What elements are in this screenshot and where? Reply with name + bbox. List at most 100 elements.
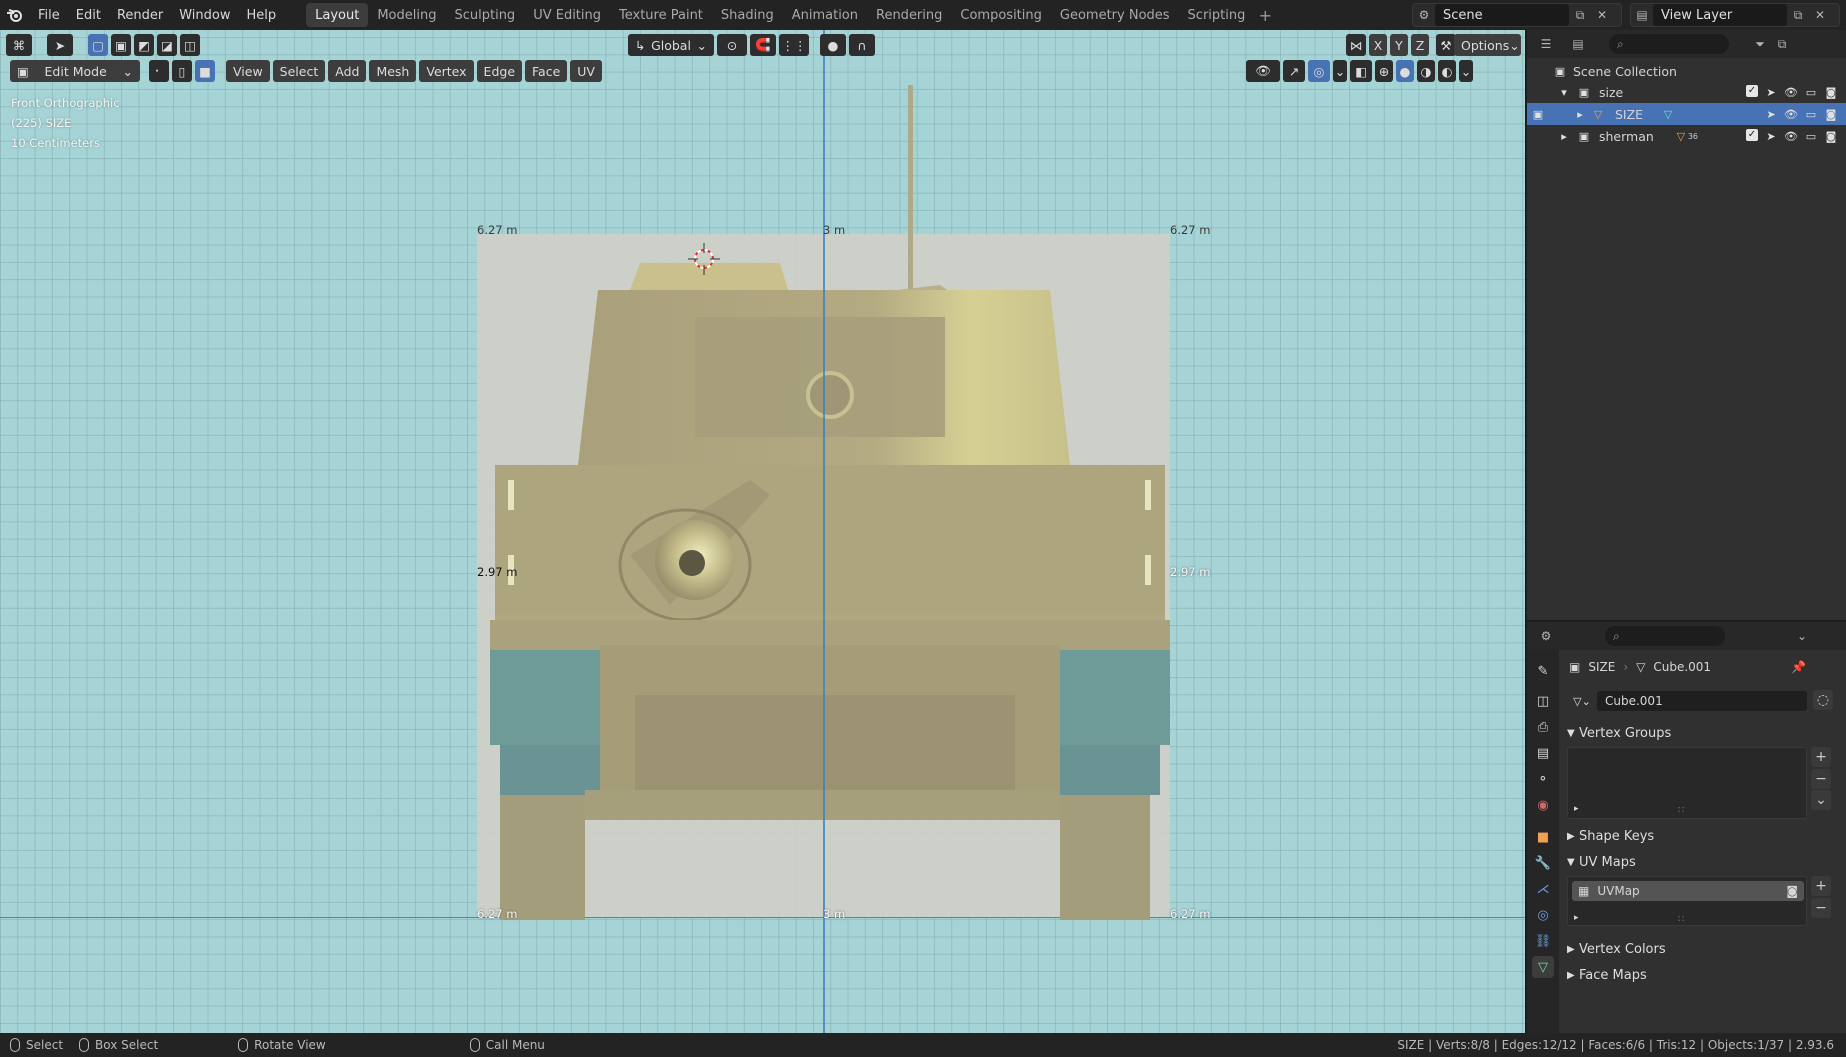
tool-select-icon[interactable]: ➤ [47,34,73,56]
vertex-colors-section[interactable]: ▶ Vertex Colors [1567,939,1837,959]
edit-mode-toggle-icon[interactable]: ▣ [1531,107,1545,121]
menu-window[interactable]: Window [171,0,238,30]
tab-modeling[interactable]: Modeling [368,3,445,27]
rendered-shading-icon[interactable]: ◐ [1438,60,1456,82]
scene-selector[interactable]: ⚙ Scene ⧉ ✕ [1412,3,1622,27]
3d-cursor-icon[interactable] [688,243,720,275]
display-mode-icon[interactable]: ▤ [1567,33,1589,55]
uv-menu[interactable]: UV [570,60,602,82]
viewport-icon[interactable]: ▭ [1804,85,1818,99]
add-workspace-icon[interactable]: + [1254,4,1276,26]
edge-select-icon[interactable]: ▯ [172,60,192,82]
select-extend-icon[interactable]: ▣ [111,34,131,56]
uv-maps-list[interactable]: ▦ UVMap ◙ ▸ ∷ [1567,876,1807,926]
mode-selector[interactable]: ▣ Edit Mode ⌄ [10,60,140,82]
view-menu[interactable]: View [226,60,270,82]
select-subtract-icon[interactable]: ◩ [134,34,154,56]
camera-icon[interactable]: ◙ [1824,129,1838,143]
face-menu[interactable]: Face [525,60,568,82]
physics-tab-icon[interactable]: ◎ [1532,904,1554,926]
eye-icon[interactable]: 👁 [1784,129,1798,143]
overlays-dropdown-icon[interactable]: ⌄ [1333,60,1347,82]
mesh-name-field[interactable]: Cube.001 [1597,691,1807,711]
exclude-checkbox[interactable]: ✓ [1746,85,1758,97]
scene-collection-row[interactable]: ▣ Scene Collection [1527,60,1846,82]
outliner-search-input[interactable]: ⌕ [1609,34,1729,54]
new-collection-icon[interactable]: ⧉ [1771,33,1793,55]
delete-view-layer-icon[interactable]: ✕ [1809,4,1831,26]
outliner-row-sherman[interactable]: ▸ ▣ sherman ▽ 36 ✓ ➤ 👁 ▭ ◙ [1527,125,1846,147]
modifier-tab-icon[interactable]: 🔧 [1532,852,1554,874]
resize-handle-icon[interactable]: ∷ [1678,914,1684,925]
edge-menu[interactable]: Edge [476,60,523,82]
falloff-icon[interactable]: ∩ [849,34,875,56]
expand-arrow-icon[interactable]: ▸ [1574,913,1579,923]
selectable-icon[interactable]: ➤ [1764,129,1778,143]
select-new-icon[interactable]: ▢ [88,34,108,56]
particles-tab-icon[interactable]: ⋌ [1532,878,1554,900]
pivot-point-icon[interactable]: ⊙ [717,34,747,56]
mesh-datablock-selector[interactable]: ▽⌄ Cube.001 [1567,690,1807,712]
mesh-menu[interactable]: Mesh [369,60,417,82]
sherman-tank-model[interactable] [470,85,1180,920]
add-menu[interactable]: Add [328,60,367,82]
expand-arrow-icon[interactable]: ▾ [1557,85,1571,99]
eye-icon[interactable]: 👁 [1784,85,1798,99]
output-tab-icon[interactable]: ⎙ [1532,716,1554,738]
tab-sculpting[interactable]: Sculpting [445,3,524,27]
select-invert-icon[interactable]: ◪ [157,34,177,56]
tab-uv-editing[interactable]: UV Editing [524,3,610,27]
expand-arrow-icon[interactable]: ▸ [1573,107,1587,121]
resize-handle-icon[interactable]: ∷ [1678,805,1684,816]
face-maps-section[interactable]: ▶ Face Maps [1567,965,1837,985]
select-menu[interactable]: Select [272,60,326,82]
properties-search-input[interactable]: ⌕ [1605,626,1725,646]
expand-arrow-icon[interactable]: ▸ [1557,129,1571,143]
xray-icon[interactable]: ◧ [1350,60,1372,82]
selectable-icon[interactable]: ➤ [1764,107,1778,121]
visibility-icon[interactable]: 👁 [1246,60,1280,82]
orientation-dropdown[interactable]: ↳ Global ⌄ [628,34,714,56]
mirror-options-icon[interactable]: ⋈ [1346,34,1366,56]
view-layer-field[interactable]: View Layer [1653,4,1787,26]
expand-arrow-icon[interactable]: ▸ [1574,804,1579,814]
chevron-down-icon[interactable]: ⌄ [1791,625,1813,647]
wireframe-shading-icon[interactable]: ⊕ [1375,60,1393,82]
exclude-checkbox[interactable]: ✓ [1746,129,1758,141]
filter-icon[interactable]: ⏷ [1749,33,1771,55]
add-vertex-group-button[interactable]: + [1811,747,1831,767]
outliner-row-size-object[interactable]: ▣ ▸ ▽ SIZE ▽ ➤ 👁 ▭ ◙ [1527,103,1846,125]
face-select-icon[interactable]: ■ [195,60,215,82]
world-tab-icon[interactable]: ◉ [1532,794,1554,816]
snap-toggle-icon[interactable]: 🧲 [750,34,776,56]
mesh-data-tab-icon[interactable]: ▽ [1532,956,1554,978]
vertex-group-menu-button[interactable]: ⌄ [1811,790,1831,810]
remove-uv-map-button[interactable]: − [1811,898,1831,918]
scene-name-field[interactable]: Scene [1435,4,1569,26]
snap-target-icon[interactable]: ⋮⋮ [779,34,809,56]
delete-scene-icon[interactable]: ✕ [1591,4,1613,26]
viewport-icon[interactable]: ▭ [1804,107,1818,121]
vertex-groups-section[interactable]: ▼ Vertex Groups [1567,723,1837,743]
shape-keys-section[interactable]: ▶ Shape Keys [1567,826,1837,846]
menu-edit[interactable]: Edit [68,0,109,30]
new-view-layer-icon[interactable]: ⧉ [1787,4,1809,26]
add-uv-map-button[interactable]: + [1811,876,1831,896]
camera-icon[interactable]: ◙ [1824,85,1838,99]
blender-logo-icon[interactable] [0,0,30,30]
tab-layout[interactable]: Layout [306,3,369,27]
uv-maps-section[interactable]: ▼ UV Maps [1567,852,1837,872]
mirror-x-button[interactable]: X [1369,34,1387,56]
constraints-tab-icon[interactable]: ⛓ [1532,930,1554,952]
auto-merge-icon[interactable]: ⚒ [1436,34,1456,56]
outliner-editor-icon[interactable]: ☰ [1535,33,1557,55]
tab-texture-paint[interactable]: Texture Paint [610,3,712,27]
gizmo-icon[interactable]: ↗ [1283,60,1305,82]
fake-user-icon[interactable]: ◌ [1813,690,1833,710]
render-tab-icon[interactable]: ◫ [1532,690,1554,712]
tool-tab-icon[interactable]: ✎ [1532,660,1554,682]
pin-icon[interactable]: 📌 [1791,660,1806,674]
tab-animation[interactable]: Animation [783,3,867,27]
tab-shading[interactable]: Shading [712,3,783,27]
tab-geometry-nodes[interactable]: Geometry Nodes [1051,3,1179,27]
